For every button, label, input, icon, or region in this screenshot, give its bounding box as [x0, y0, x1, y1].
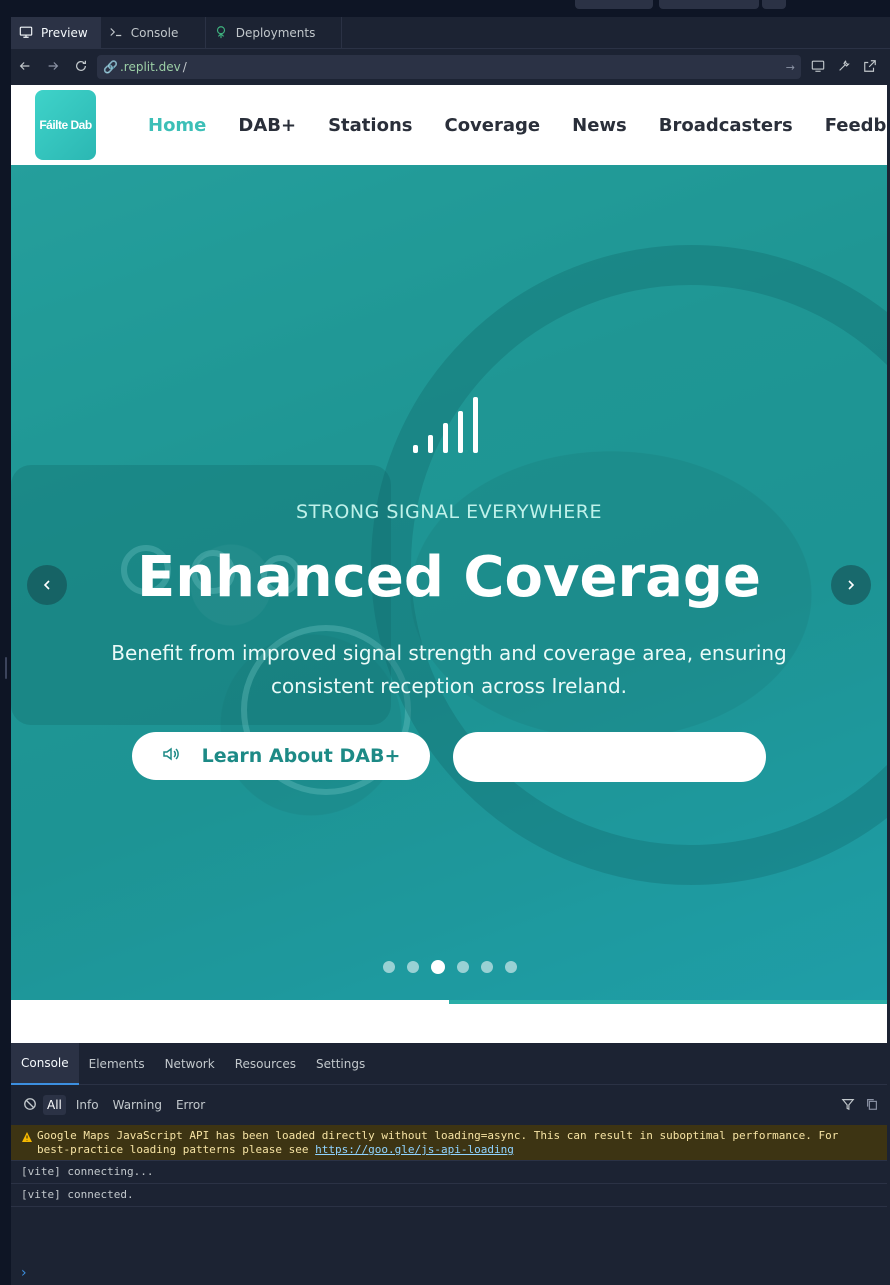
url-path: /: [182, 60, 187, 74]
console-warning-line: Google Maps JavaScript API has been load…: [11, 1125, 887, 1161]
monitor-icon: [19, 25, 33, 42]
tab-deployments[interactable]: Deployments: [206, 17, 342, 49]
arrow-right-icon: [46, 58, 60, 77]
carousel-indicators: [383, 960, 517, 974]
carousel-prev-button[interactable]: [27, 565, 67, 605]
console-filter-bar: All Info Warning Error: [11, 1085, 887, 1125]
filter-all[interactable]: All: [43, 1095, 66, 1115]
toolbar-item[interactable]: [575, 0, 653, 9]
menu-item-home[interactable]: Home: [148, 115, 206, 136]
chevron-left-icon: [41, 576, 53, 595]
forward-button[interactable]: [39, 53, 67, 81]
link-icon: 🔗: [103, 60, 118, 74]
console-log-line: [vite] connected.: [11, 1184, 887, 1207]
menu-item-broadcasters[interactable]: Broadcasters: [659, 115, 793, 136]
devtools-button[interactable]: [833, 53, 855, 81]
top-strip: [0, 0, 890, 17]
learn-about-dab-button[interactable]: Learn About DAB+: [132, 732, 430, 780]
menu-item-coverage[interactable]: Coverage: [444, 115, 540, 136]
preview-viewport: Fáilte Dab Home DAB+ Stations Coverage N…: [11, 85, 887, 1043]
monitor-icon: [811, 58, 825, 77]
devtools-tab-network[interactable]: Network: [155, 1043, 225, 1085]
wrench-icon: [837, 58, 851, 77]
toolbar-item[interactable]: [762, 0, 786, 9]
tab-label: Console: [130, 26, 179, 40]
filter-icon[interactable]: [841, 1097, 855, 1114]
warning-icon: [22, 1132, 32, 1142]
open-new-tab-button[interactable]: [859, 53, 881, 81]
log-link[interactable]: https://goo.gle/js-api-loading: [315, 1143, 514, 1156]
deploy-icon: [214, 25, 228, 42]
tab-console[interactable]: Console: [101, 17, 206, 49]
carousel-dot[interactable]: [457, 961, 469, 973]
devtools-tab-settings[interactable]: Settings: [306, 1043, 375, 1085]
devtools-tab-resources[interactable]: Resources: [225, 1043, 306, 1085]
carousel-next-button[interactable]: [831, 565, 871, 605]
menu-item-stations[interactable]: Stations: [328, 115, 412, 136]
signal-bars-icon: [413, 397, 478, 453]
terminal-icon: [109, 25, 123, 42]
main-menu: Home DAB+ Stations Coverage News Broadca…: [148, 85, 887, 165]
filter-warning[interactable]: Warning: [109, 1095, 166, 1115]
url-host: .replit.dev: [119, 60, 181, 74]
hero-subtitle: Benefit from improved signal strength an…: [111, 641, 787, 698]
toolbar-item[interactable]: [659, 0, 759, 9]
tab-preview[interactable]: Preview: [11, 17, 101, 49]
console-log-line: [vite] connecting...: [11, 1161, 887, 1184]
carousel-progress-fill: [449, 1000, 887, 1004]
carousel-dot[interactable]: [505, 961, 517, 973]
devtools-tabs: Console Elements Network Resources Setti…: [11, 1043, 887, 1085]
reload-button[interactable]: [67, 53, 95, 81]
logo-text: Fáilte Dab: [39, 118, 92, 132]
tab-label: Preview: [41, 26, 88, 40]
carousel-dot[interactable]: [407, 961, 419, 973]
url-input[interactable]: 🔗 .replit.dev / →: [97, 55, 801, 79]
hero-headline: Enhanced Coverage: [137, 545, 761, 610]
secondary-hero-button[interactable]: [453, 732, 766, 782]
go-arrow-icon[interactable]: →: [786, 61, 795, 74]
speaker-icon: [162, 745, 180, 768]
menu-item-news[interactable]: News: [572, 115, 627, 136]
device-button[interactable]: [807, 53, 829, 81]
external-link-icon: [863, 58, 877, 77]
console-prompt-chevron-icon[interactable]: ›: [21, 1265, 27, 1281]
hero-eyebrow: STRONG SIGNAL EVERYWHERE: [296, 501, 602, 523]
site-logo[interactable]: Fáilte Dab: [35, 90, 96, 160]
back-button[interactable]: [11, 53, 39, 81]
arrow-left-icon: [18, 58, 32, 77]
url-bar: 🔗 .replit.dev / →: [11, 49, 890, 85]
chevron-right-icon: [845, 576, 857, 595]
carousel-dot-active[interactable]: [431, 960, 445, 974]
button-label: Learn About DAB+: [201, 745, 401, 767]
devtools-panel: Console Elements Network Resources Setti…: [11, 1043, 887, 1285]
workspace-tabs: Preview Console Deployments: [11, 17, 890, 49]
carousel-dot[interactable]: [383, 961, 395, 973]
carousel-progress-bar: [11, 1000, 887, 1004]
hero-carousel: STRONG SIGNAL EVERYWHERE Enhanced Covera…: [11, 165, 887, 1000]
clear-console-button[interactable]: [23, 1097, 37, 1114]
menu-item-feedback[interactable]: Feedback: [825, 115, 887, 136]
menu-item-dab[interactable]: DAB+: [238, 115, 296, 136]
site-navbar: Fáilte Dab Home DAB+ Stations Coverage N…: [11, 85, 887, 165]
devtools-tab-console[interactable]: Console: [11, 1043, 79, 1085]
carousel-dot[interactable]: [481, 961, 493, 973]
copy-icon[interactable]: [865, 1097, 879, 1114]
filter-error[interactable]: Error: [172, 1095, 209, 1115]
left-gutter: [0, 17, 11, 1285]
reload-icon: [74, 58, 88, 77]
devtools-tab-elements[interactable]: Elements: [79, 1043, 155, 1085]
resize-handle[interactable]: [5, 657, 7, 679]
tab-label: Deployments: [235, 26, 316, 40]
filter-info[interactable]: Info: [72, 1095, 103, 1115]
